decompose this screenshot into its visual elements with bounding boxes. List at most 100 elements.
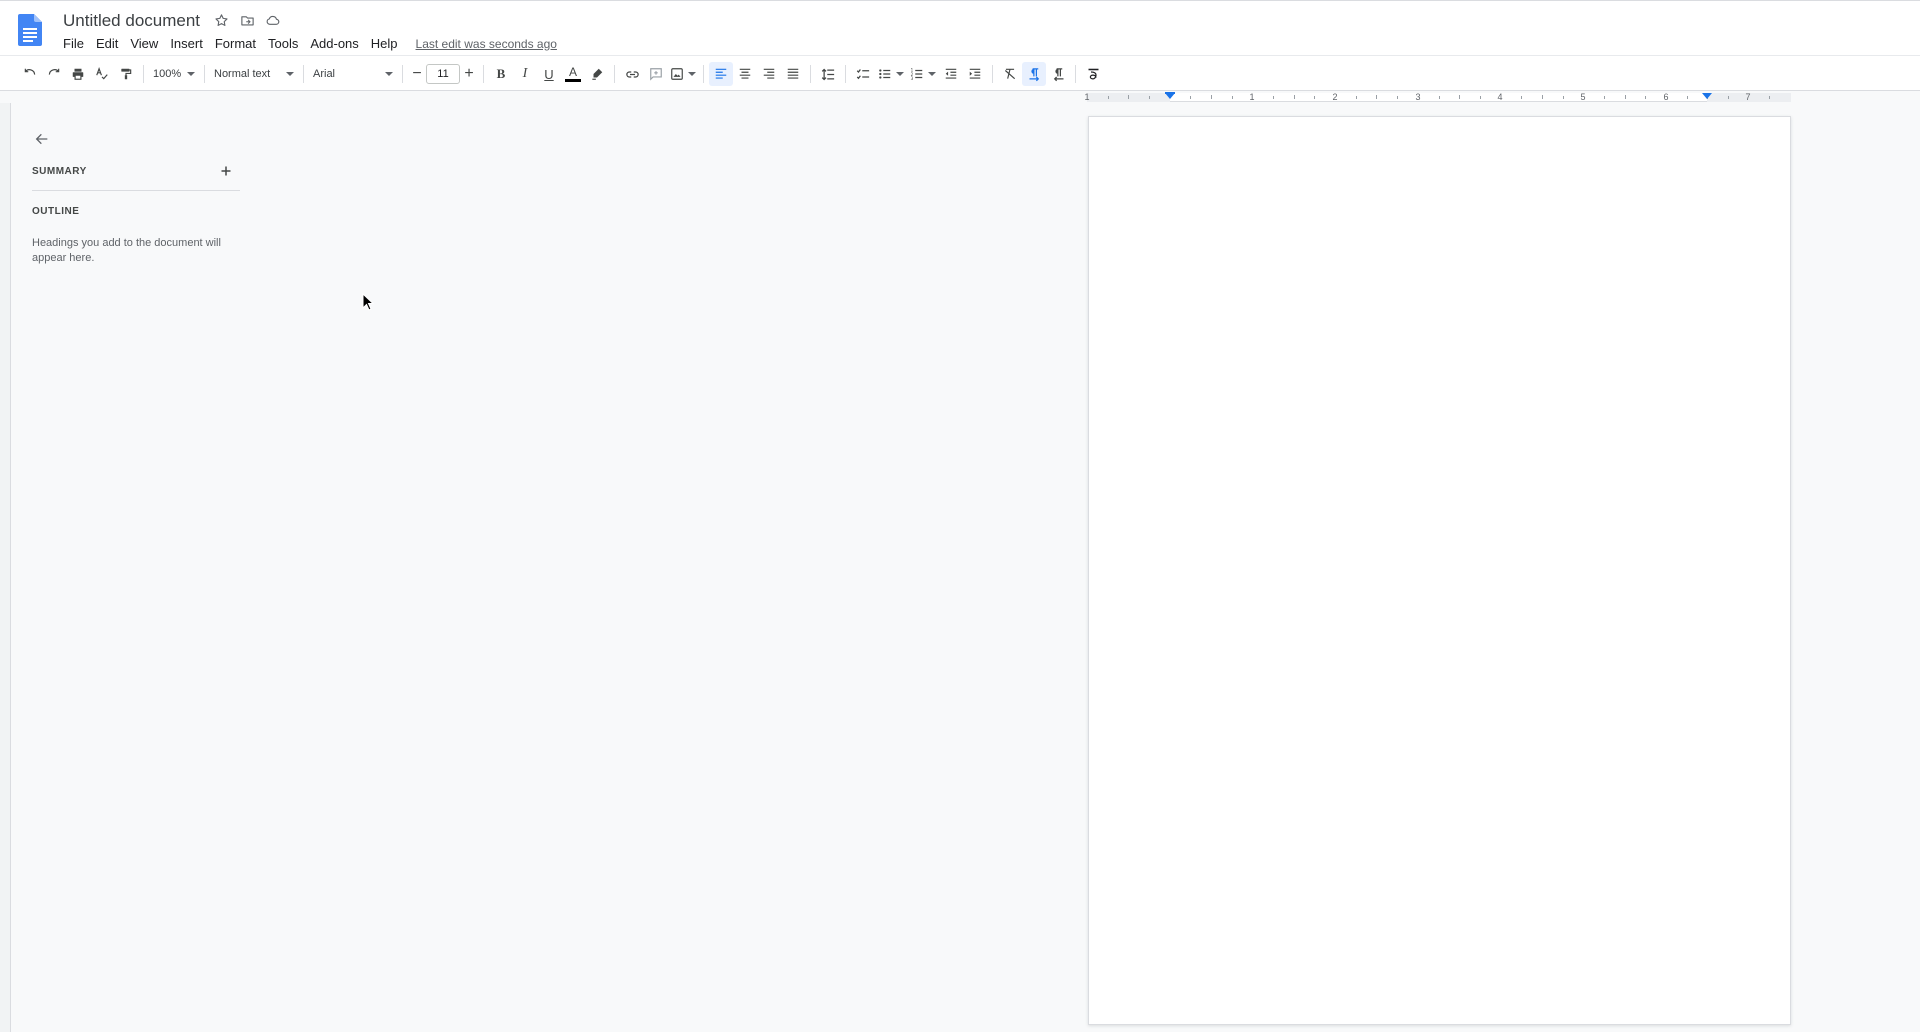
toolbar-divider	[483, 65, 484, 83]
zoom-select[interactable]: 100%	[149, 62, 199, 86]
svg-text:3: 3	[911, 76, 914, 81]
ruler-number: 3	[1415, 92, 1421, 102]
ruler-tick	[1438, 96, 1440, 99]
menu-tools[interactable]: Tools	[262, 34, 304, 53]
font-size-input[interactable]: 11	[426, 64, 460, 84]
ruler-tick	[1727, 96, 1729, 99]
ruler-tick	[1624, 95, 1626, 99]
mouse-pointer-icon	[362, 292, 375, 311]
redo-icon[interactable]	[42, 62, 66, 86]
cloud-status-icon[interactable]	[264, 11, 282, 29]
increase-font-size-button[interactable]: +	[460, 62, 478, 86]
menu-addons[interactable]: Add-ons	[304, 34, 364, 53]
underline-button[interactable]: U	[537, 62, 561, 86]
ruler-tick	[1459, 95, 1461, 99]
align-left-icon[interactable]	[709, 62, 733, 86]
toolbar: 100% Normal text Arial − 11 + B I U A 1 …	[0, 55, 1920, 91]
ruler-tick	[1479, 96, 1481, 99]
comment-icon[interactable]	[644, 62, 668, 86]
undo-icon[interactable]	[18, 62, 42, 86]
chevron-down-icon	[896, 72, 904, 76]
ruler-number: 7	[1745, 92, 1751, 102]
ltr-text-icon[interactable]	[1022, 62, 1046, 86]
docs-logo-icon[interactable]	[18, 14, 42, 46]
line-spacing-icon[interactable]	[816, 62, 840, 86]
ruler-tick	[1397, 96, 1399, 99]
clear-formatting-icon[interactable]	[998, 62, 1022, 86]
italic-button[interactable]: I	[513, 62, 537, 86]
document-page[interactable]	[1088, 116, 1791, 1025]
bold-button[interactable]: B	[489, 62, 513, 86]
menu-insert[interactable]: Insert	[164, 34, 209, 53]
menu-format[interactable]: Format	[209, 34, 262, 53]
decrease-font-size-button[interactable]: −	[408, 62, 426, 86]
paint-format-icon[interactable]	[114, 62, 138, 86]
plus-icon	[221, 166, 231, 176]
input-tools-icon[interactable]	[1081, 62, 1105, 86]
spellcheck-icon[interactable]	[90, 62, 114, 86]
ruler-tick	[1190, 96, 1192, 99]
toolbar-divider	[703, 65, 704, 83]
add-summary-button[interactable]	[218, 163, 234, 179]
ruler-number: 5	[1580, 92, 1586, 102]
ruler-tick	[1645, 96, 1647, 99]
style-value: Normal text	[214, 68, 271, 80]
arrow-back-icon	[35, 133, 48, 145]
ruler-tick	[1128, 95, 1130, 99]
chevron-down-icon	[385, 72, 393, 76]
font-value: Arial	[313, 68, 336, 80]
checklist-icon[interactable]	[851, 62, 875, 86]
style-select[interactable]: Normal text	[210, 62, 298, 86]
font-select[interactable]: Arial	[309, 62, 397, 86]
menu-view[interactable]: View	[124, 34, 164, 53]
right-indent-marker[interactable]	[1702, 93, 1712, 99]
close-outline-button[interactable]	[32, 129, 52, 149]
link-icon[interactable]	[620, 62, 644, 86]
horizontal-ruler[interactable]: 1 1 2 3 4 5 6 7	[1084, 91, 1791, 103]
text-color-button[interactable]: A	[561, 62, 585, 86]
ruler-tick	[1273, 96, 1275, 99]
summary-label: SUMMARY	[32, 166, 87, 177]
ruler-tick	[1562, 96, 1564, 99]
ruler-tick	[1211, 95, 1213, 99]
align-justify-icon[interactable]	[781, 62, 805, 86]
menu-file[interactable]: File	[57, 34, 90, 53]
toolbar-divider	[845, 65, 846, 83]
ruler-number: 2	[1332, 92, 1338, 102]
ruler-tick	[1769, 96, 1771, 99]
increase-indent-icon[interactable]	[963, 62, 987, 86]
print-icon[interactable]	[66, 62, 90, 86]
chevron-down-icon	[928, 72, 936, 76]
ruler-number: 6	[1663, 92, 1669, 102]
left-border-strip	[0, 103, 11, 1032]
outline-empty-hint: Headings you add to the document will ap…	[32, 237, 221, 264]
menu-help[interactable]: Help	[365, 34, 404, 53]
ruler-tick	[1355, 96, 1357, 99]
chevron-down-icon	[688, 72, 696, 76]
ruler-tick	[1686, 96, 1688, 99]
ruler-tick	[1107, 96, 1109, 99]
chevron-down-icon	[286, 72, 294, 76]
document-title[interactable]: Untitled document	[61, 10, 202, 32]
decrease-indent-icon[interactable]	[939, 62, 963, 86]
zoom-value: 100%	[153, 68, 182, 80]
ruler-number: 4	[1497, 92, 1503, 102]
align-center-icon[interactable]	[733, 62, 757, 86]
ruler-tick	[1293, 95, 1295, 99]
move-to-folder-icon[interactable]	[238, 11, 256, 29]
bulleted-list-icon[interactable]	[875, 62, 907, 86]
toolbar-divider	[614, 65, 615, 83]
numbered-list-icon[interactable]: 123	[907, 62, 939, 86]
align-right-icon[interactable]	[757, 62, 781, 86]
ruler-tick	[1541, 95, 1543, 99]
menu-edit[interactable]: Edit	[90, 34, 124, 53]
insert-image-icon[interactable]	[668, 62, 698, 86]
summary-section: SUMMARY	[32, 163, 240, 191]
toolbar-divider	[810, 65, 811, 83]
star-icon[interactable]	[212, 11, 230, 29]
toolbar-divider	[204, 65, 205, 83]
last-edit-link[interactable]: Last edit was seconds ago	[416, 37, 557, 51]
left-indent-marker[interactable]	[1165, 93, 1175, 99]
rtl-text-icon[interactable]	[1046, 62, 1070, 86]
highlight-icon[interactable]	[585, 62, 609, 86]
